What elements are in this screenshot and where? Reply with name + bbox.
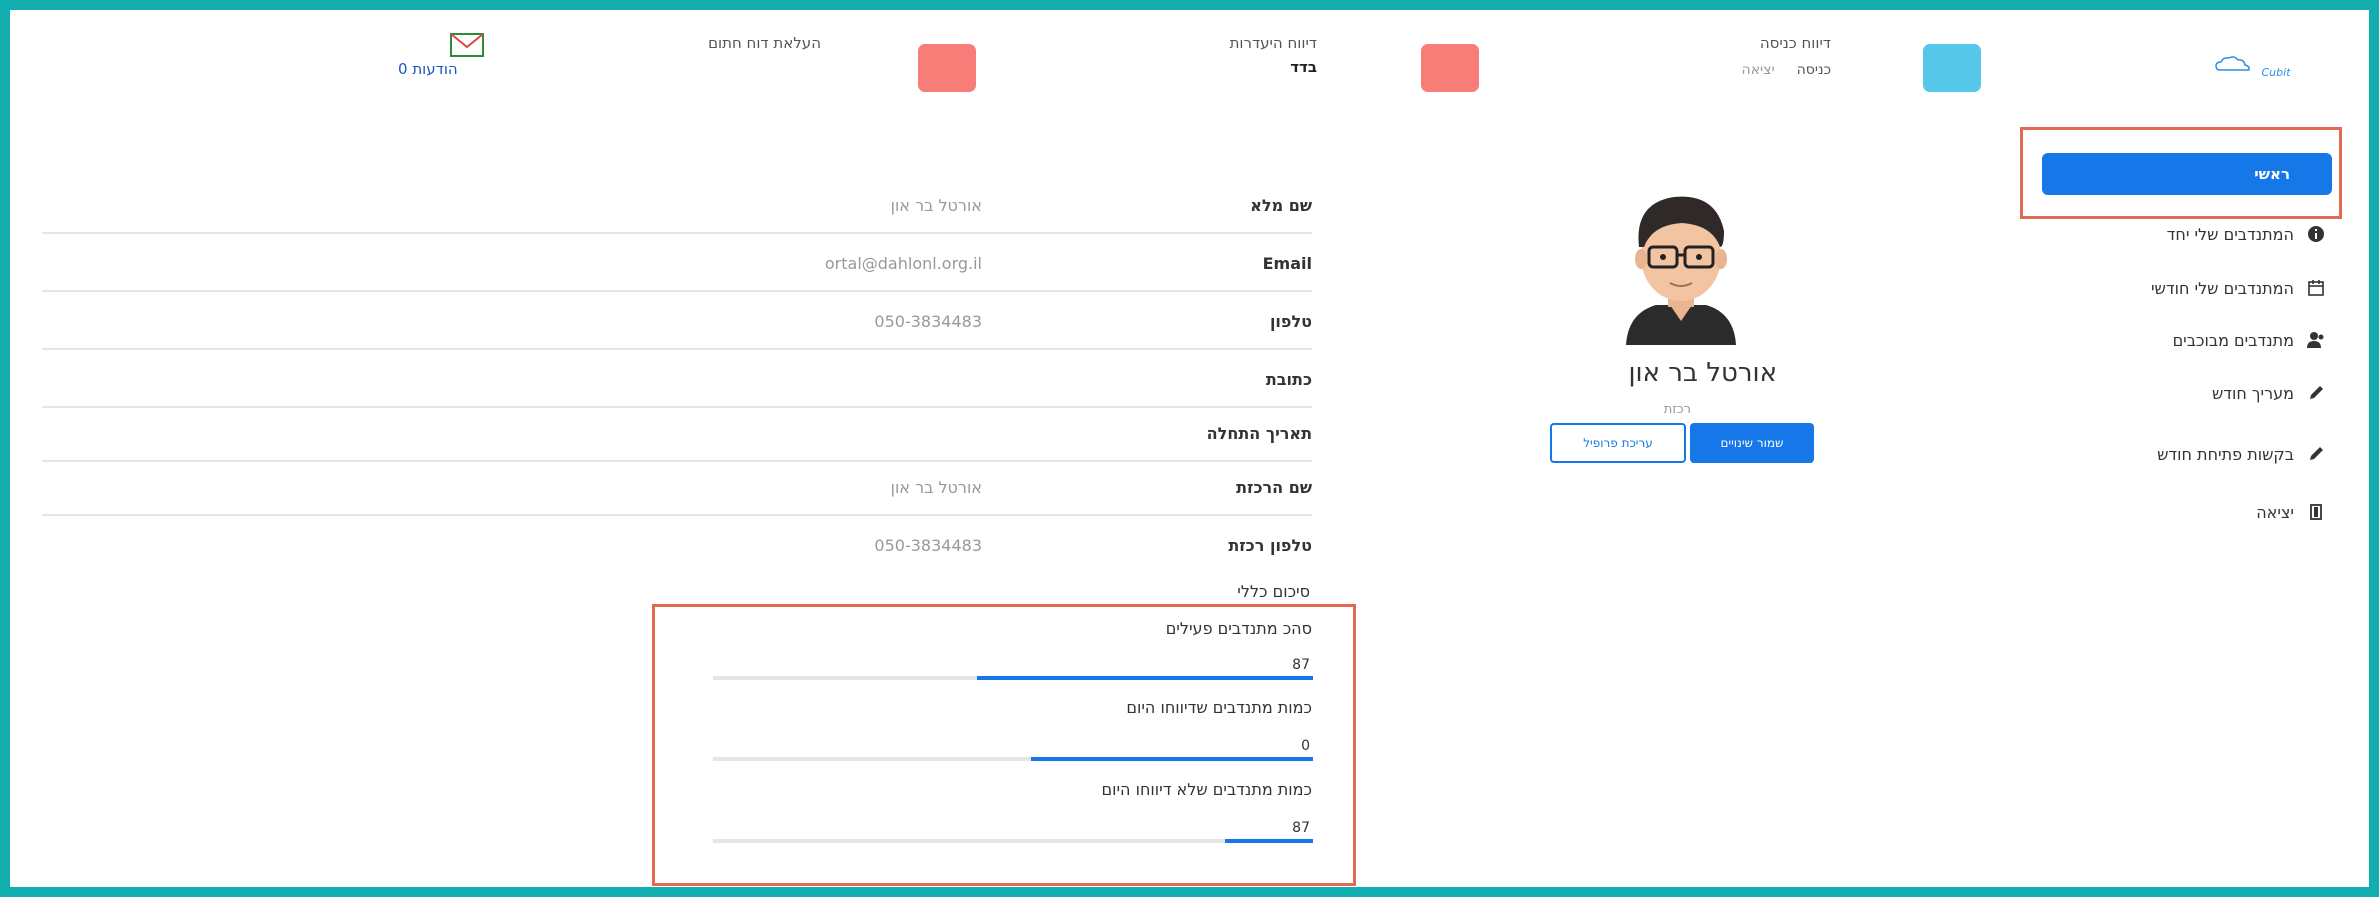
sidebar-item-my-volunteers[interactable]: המתנדבים שלי יחד xyxy=(2036,220,2326,248)
pencil-icon xyxy=(2306,383,2326,403)
profile-role: רכזת xyxy=(1663,402,1691,417)
entry-report-options: כניסה יציאה xyxy=(1742,62,1831,78)
pencil-icon xyxy=(2306,444,2326,464)
sidebar-item-month-evaluator[interactable]: מעריך חודש xyxy=(2036,379,2326,407)
detail-label: שם מלא xyxy=(1250,196,1312,215)
detail-label: תאריך התחלה xyxy=(1206,424,1312,443)
logout-icon xyxy=(2306,502,2326,522)
sidebar-item-label: יציאה xyxy=(2256,502,2294,522)
detail-row-coordinator-name: שם הרכזת אורטל בר און xyxy=(42,460,1312,516)
detail-value: 050-3834483 xyxy=(874,536,982,555)
highlight-stats-panel xyxy=(652,604,1356,886)
avatar xyxy=(1612,185,1750,349)
detail-label: כתובת xyxy=(1265,370,1312,389)
detail-row-email: Email ortal@dahlonl.org.il xyxy=(42,236,1312,292)
entry-report-tile[interactable] xyxy=(1923,44,1981,92)
absence-report-value[interactable]: בדד xyxy=(1290,58,1317,76)
app-window: Cubit דיווח כניסה כניסה יציאה דיווח היעד… xyxy=(20,20,2379,897)
summary-section-title: סיכום כללי xyxy=(1237,582,1310,601)
detail-label: Email xyxy=(1262,254,1312,273)
mail-icon[interactable] xyxy=(450,33,484,61)
absence-report-tile[interactable] xyxy=(1421,44,1479,92)
highlight-main-button xyxy=(2020,127,2342,219)
sidebar-item-label: המתנדבים שלי חודשי xyxy=(2150,278,2294,298)
sign-report-label[interactable]: העלאת דוח חתום xyxy=(708,34,821,52)
detail-label: טלפון רכזת xyxy=(1228,536,1312,555)
detail-row-address: כתובת xyxy=(42,352,1312,408)
logo-text: Cubit xyxy=(2261,66,2291,79)
sidebar-item-open-month-requests[interactable]: בקשות פתיחת חודש xyxy=(2036,440,2326,468)
sidebar-item-logout[interactable]: יציאה xyxy=(2036,498,2326,526)
detail-value: אורטל בר און xyxy=(890,196,982,215)
profile-name: אורטל בר און xyxy=(1628,358,1777,388)
detail-value: אורטל בר און xyxy=(890,478,982,497)
sidebar-item-label: מתנדבים מבוכבים xyxy=(2172,330,2294,350)
absence-report-label: דיווח היעדרות xyxy=(1229,34,1317,52)
avatar-image xyxy=(1626,196,1736,345)
edit-profile-button[interactable]: עריכת פרופיל xyxy=(1550,423,1686,463)
sidebar-item-monthly-volunteers[interactable]: המתנדבים שלי חודשי xyxy=(2036,274,2326,302)
sign-report-tile[interactable] xyxy=(918,44,976,92)
sidebar-item-label: המתנדבים שלי יחד xyxy=(2166,224,2294,244)
detail-row-start-date: תאריך התחלה xyxy=(42,406,1312,462)
entry-report-label: דיווח כניסה xyxy=(1759,34,1831,52)
entry-option-out[interactable]: יציאה xyxy=(1742,62,1775,78)
info-icon xyxy=(2306,224,2326,244)
messages-link[interactable]: 0 הודעות xyxy=(398,60,458,78)
detail-value: ortal@dahlonl.org.il xyxy=(824,254,982,273)
app-logo: Cubit xyxy=(2212,54,2291,79)
detail-value: 050-3834483 xyxy=(874,312,982,331)
users-icon xyxy=(2306,330,2326,350)
sidebar-item-volunteers[interactable]: מתנדבים מבוכבים xyxy=(2036,326,2326,354)
app-frame: Cubit דיווח כניסה כניסה יציאה דיווח היעד… xyxy=(0,0,2379,897)
detail-label: שם הרכזת xyxy=(1236,478,1312,497)
save-changes-button[interactable]: שמור שינויים xyxy=(1690,423,1814,463)
detail-row-full-name: שם מלא אורטל בר און xyxy=(42,178,1312,234)
calendar-icon xyxy=(2306,278,2326,298)
sidebar-item-label: מעריך חודש xyxy=(2211,383,2294,403)
detail-row-phone: טלפון 050-3834483 xyxy=(42,294,1312,350)
logo-cloud-icon xyxy=(2215,56,2250,71)
detail-label: טלפון xyxy=(1269,312,1312,331)
sidebar-item-label: בקשות פתיחת חודש xyxy=(2157,444,2294,464)
entry-option-in[interactable]: כניסה xyxy=(1797,62,1831,78)
detail-row-coordinator-phone: טלפון רכזת 050-3834483 xyxy=(42,518,1312,574)
